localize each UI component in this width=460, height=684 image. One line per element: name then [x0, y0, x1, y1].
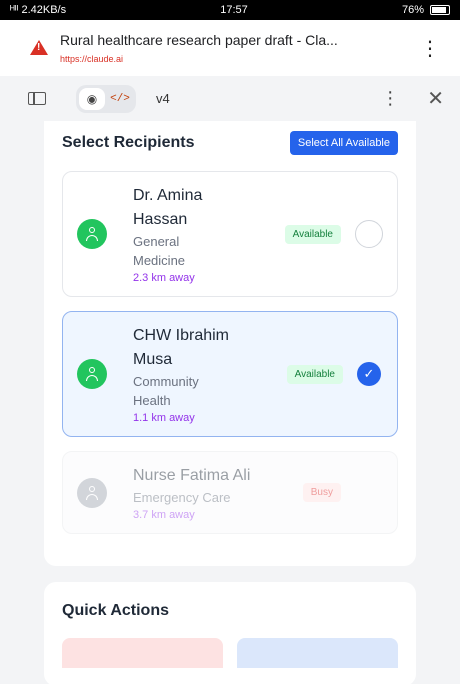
- user-icon: [85, 227, 99, 241]
- version-label[interactable]: v4: [156, 91, 369, 106]
- page-url: https://claude.ai: [60, 54, 124, 64]
- quick-action-button[interactable]: [62, 638, 223, 668]
- quick-actions-card: Quick Actions: [44, 582, 416, 684]
- recipient-specialty: Health: [133, 393, 171, 408]
- avatar: [77, 359, 107, 389]
- recipient-specialty: Medicine: [133, 253, 186, 268]
- quick-actions-heading: Quick Actions: [62, 602, 169, 619]
- recipient-name: Musa: [133, 351, 173, 368]
- artifact-menu-icon[interactable]: ⋮: [381, 88, 399, 109]
- recipient-name: Nurse Fatima Ali: [133, 467, 251, 484]
- status-badge: Busy: [302, 483, 341, 502]
- select-all-button[interactable]: Select All Available: [289, 131, 398, 155]
- sidebar-toggle-icon[interactable]: [28, 92, 46, 105]
- address-area[interactable]: Rural healthcare research paper draft - …: [60, 32, 414, 64]
- battery-icon: [430, 5, 450, 15]
- recipient-distance: 1.1 km away: [133, 412, 195, 424]
- recipient-name: Hassan: [133, 211, 188, 228]
- artifact-content: Select Recipients Select All Available D…: [0, 121, 460, 684]
- quick-action-button[interactable]: [237, 638, 398, 668]
- view-toggle: ◉ </>: [76, 84, 136, 113]
- network-speed: ᴴᴵᴵ 2.42KB/s: [10, 4, 67, 16]
- artifact-toolbar: ◉ </> v4 ⋮ ✕: [0, 76, 460, 121]
- battery-level: 76%: [401, 4, 424, 16]
- status-bar: ᴴᴵᴵ 2.42KB/s 17:57 76%: [0, 0, 460, 20]
- recipient-specialty: Community: [133, 374, 199, 389]
- user-icon: [85, 485, 99, 500]
- page-title: Rural healthcare research paper draft - …: [60, 32, 338, 48]
- recipient-distance: 3.7 km away: [133, 509, 195, 521]
- browser-menu-icon[interactable]: ⋮: [414, 36, 446, 61]
- recipients-heading: Select Recipients: [62, 134, 195, 151]
- recipient-card-fatima-ali: Nurse Fatima Ali Emergency Care 3.7 km a…: [62, 451, 398, 534]
- recipient-distance: 2.3 km away: [133, 272, 195, 284]
- browser-toolbar: Rural healthcare research paper draft - …: [0, 20, 460, 76]
- insecure-warning-icon[interactable]: [30, 40, 48, 55]
- preview-eye-icon[interactable]: ◉: [79, 87, 105, 110]
- recipient-name: CHW Ibrahim: [133, 327, 230, 344]
- recipient-card-ibrahim-musa[interactable]: CHW Ibrahim Musa Community Health 1.1 km…: [62, 311, 398, 437]
- avatar: [77, 219, 107, 249]
- recipient-name: Dr. Amina: [133, 187, 203, 204]
- status-badge: Available: [284, 224, 341, 244]
- avatar: [77, 477, 107, 508]
- selected-check-icon[interactable]: ✓: [357, 362, 381, 386]
- code-icon[interactable]: </>: [107, 88, 133, 110]
- recipient-specialty: General: [133, 234, 180, 249]
- clock: 17:57: [220, 4, 248, 16]
- recipient-card-amina-hassan[interactable]: Dr. Amina Hassan General Medicine 2.3 km…: [62, 171, 398, 297]
- select-radio[interactable]: [355, 220, 383, 248]
- recipient-specialty: Emergency Care: [133, 490, 231, 505]
- close-icon[interactable]: ✕: [427, 86, 444, 111]
- user-icon: [85, 367, 99, 381]
- status-badge: Available: [286, 364, 343, 384]
- recipients-card: Select Recipients Select All Available D…: [44, 121, 416, 566]
